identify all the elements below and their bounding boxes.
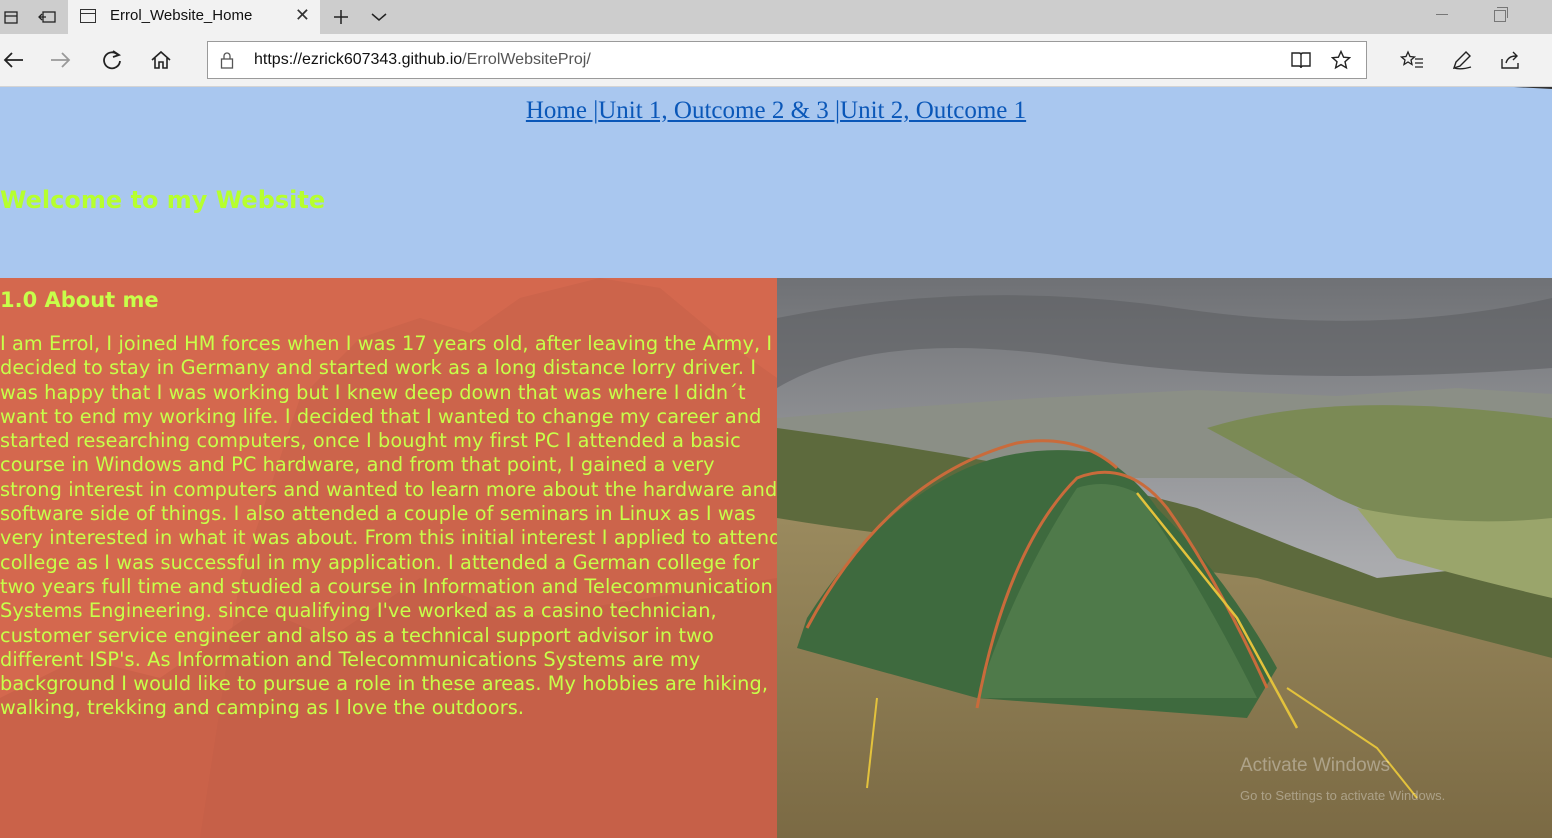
restore-icon[interactable] bbox=[1494, 7, 1508, 22]
close-tab-icon[interactable]: ✕ bbox=[295, 5, 310, 26]
new-tab-icon[interactable] bbox=[330, 6, 352, 28]
tab-title: Errol_Website_Home bbox=[110, 7, 253, 24]
sky-wire-decoration bbox=[1481, 87, 1552, 93]
web-page: Home |Unit 1, Outcome 2 & 3 |Unit 2, Out… bbox=[0, 87, 1552, 838]
reading-view-icon[interactable] bbox=[1290, 49, 1312, 71]
active-tab[interactable]: Errol_Website_Home ✕ bbox=[68, 0, 320, 34]
lock-icon[interactable] bbox=[220, 51, 234, 69]
home-icon[interactable] bbox=[148, 47, 174, 73]
page-icon bbox=[80, 9, 96, 23]
nav-link-home[interactable]: Home | bbox=[526, 97, 598, 124]
nav-link-unit1[interactable]: Unit 1, Outcome 2 & 3 | bbox=[598, 97, 840, 124]
activate-windows-watermark: Activate Windows bbox=[1240, 755, 1390, 776]
nav-link-unit2[interactable]: Unit 2, Outcome 1 bbox=[840, 97, 1026, 124]
address-bar[interactable]: https://ezrick607343.github.io/ErrolWebs… bbox=[207, 41, 1367, 79]
hero-banner: Home |Unit 1, Outcome 2 & 3 |Unit 2, Out… bbox=[0, 87, 1552, 278]
page-title: Welcome to my Website bbox=[0, 186, 326, 214]
tent-photo bbox=[777, 278, 1552, 838]
chevron-down-icon[interactable] bbox=[368, 6, 390, 28]
share-icon[interactable] bbox=[1498, 47, 1524, 73]
about-heading: 1.0 About me bbox=[0, 288, 159, 312]
site-nav: Home |Unit 1, Outcome 2 & 3 |Unit 2, Out… bbox=[0, 97, 1552, 125]
forward-icon[interactable] bbox=[48, 47, 74, 73]
url-prefix: https:// bbox=[254, 51, 303, 68]
about-section: 1.0 About me I am Errol, I joined HM for… bbox=[0, 278, 777, 838]
favorite-star-icon[interactable] bbox=[1330, 49, 1352, 71]
activate-windows-hint: Go to Settings to activate Windows. bbox=[1240, 788, 1446, 803]
browser-toolbar: https://ezrick607343.github.io/ErrolWebs… bbox=[0, 34, 1552, 87]
tab-set-aside-icon[interactable] bbox=[0, 6, 22, 28]
favorites-hub-icon[interactable] bbox=[1399, 47, 1425, 73]
tab-strip: Errol_Website_Home ✕ bbox=[0, 0, 1552, 34]
minimize-icon[interactable] bbox=[1436, 14, 1448, 15]
url-host: ezrick607343.github.io bbox=[302, 51, 463, 68]
pen-icon[interactable] bbox=[1449, 47, 1475, 73]
url-path: /ErrolWebsiteProj/ bbox=[462, 51, 591, 68]
back-icon[interactable] bbox=[0, 47, 26, 73]
refresh-icon[interactable] bbox=[99, 47, 125, 73]
about-body: I am Errol, I joined HM forces when I wa… bbox=[0, 332, 777, 720]
url-text[interactable]: https://ezrick607343.github.io/ErrolWebs… bbox=[254, 51, 591, 69]
tabs-aside-icon[interactable] bbox=[36, 6, 58, 28]
